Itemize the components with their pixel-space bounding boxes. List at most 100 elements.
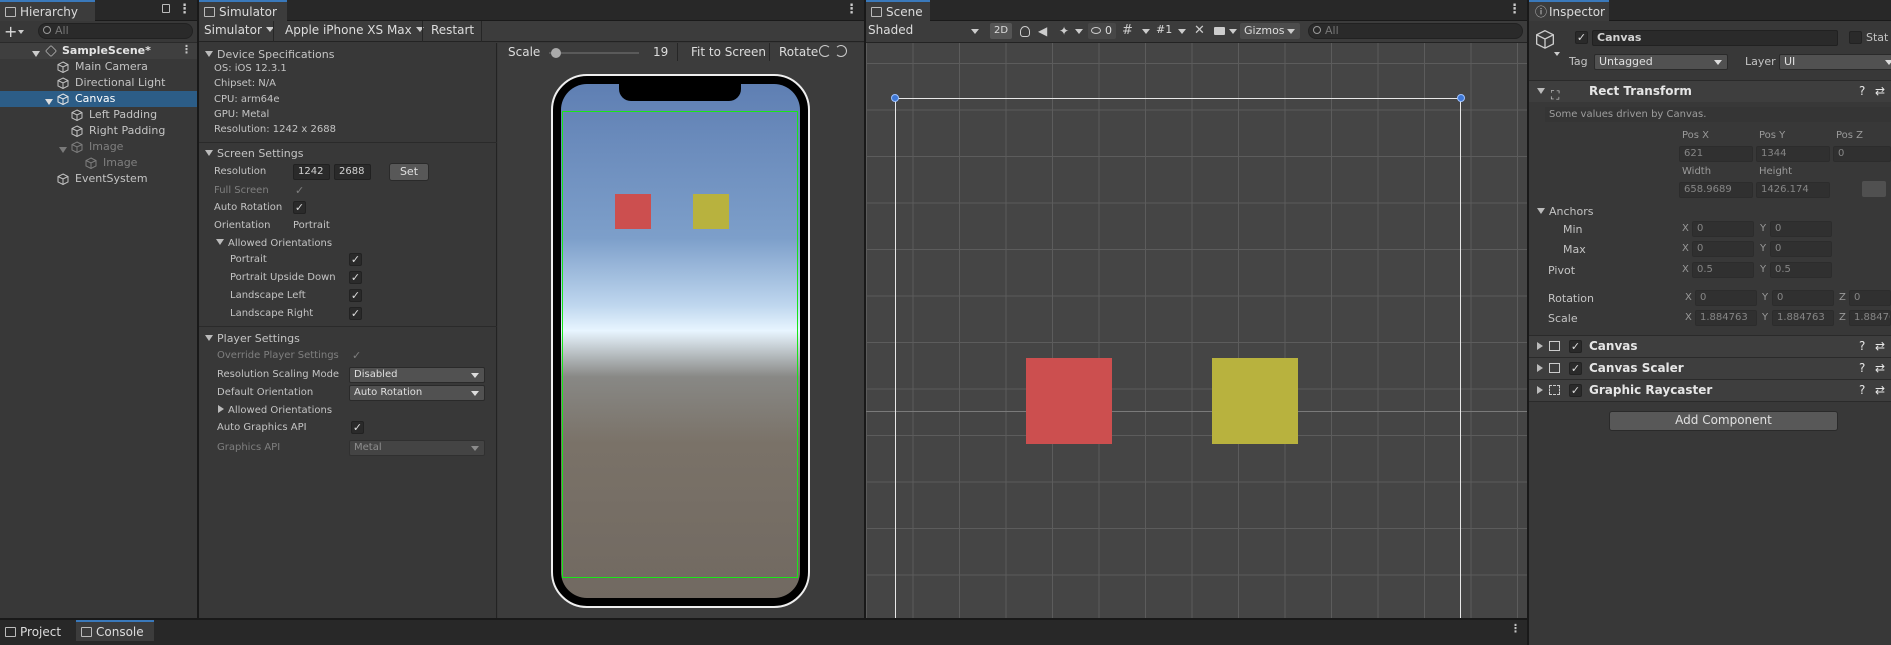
canvas-scaler-enabled-checkbox[interactable]: ✓	[1569, 362, 1582, 375]
canvas-scaler-header[interactable]: ✓ Canvas Scaler ? ⇄	[1529, 357, 1891, 379]
allowed-orientations-foldout[interactable]: Allowed Orientations	[216, 238, 332, 249]
auto-graphics-checkbox[interactable]: ✓	[351, 421, 364, 434]
more-menu-icon[interactable]: ⋮	[845, 2, 858, 17]
anchors-foldout[interactable]: Anchors	[1537, 205, 1594, 218]
rotate-right-icon[interactable]	[835, 45, 847, 57]
grid-dropdown-icon[interactable]	[1142, 29, 1150, 34]
camera-dropdown-icon[interactable]	[1229, 29, 1237, 34]
scene-red-square[interactable]	[1026, 358, 1112, 444]
spec-cpu: CPU: arm64e	[214, 94, 280, 105]
scene-menu-icon[interactable]: ⋮	[181, 43, 192, 56]
create-button[interactable]: +	[4, 22, 17, 41]
blueprint-mode-button[interactable]	[1862, 181, 1886, 197]
graphic-raycaster-header[interactable]: ✓ Graphic Raycaster ? ⇄	[1529, 379, 1891, 401]
hierarchy-item-canvas[interactable]: Canvas	[0, 91, 197, 107]
override-check-icon[interactable]: ✓	[352, 349, 361, 362]
grid-toggle-icon[interactable]: #	[1122, 23, 1133, 38]
layer-dropdown[interactable]: UI	[1779, 54, 1891, 70]
2d-mode-toggle[interactable]: 2D	[990, 23, 1012, 39]
tab-hierarchy[interactable]: Hierarchy	[0, 0, 95, 21]
create-dropdown-icon[interactable]	[18, 30, 24, 34]
effects-dropdown-icon[interactable]	[1075, 29, 1083, 34]
portrait-upside-checkbox[interactable]: ✓	[349, 271, 362, 284]
device-dropdown[interactable]: Apple iPhone XS Max	[285, 23, 424, 37]
graphic-raycaster-enabled-checkbox[interactable]: ✓	[1569, 384, 1582, 397]
portrait-checkbox[interactable]: ✓	[349, 253, 362, 266]
lighting-toggle-icon[interactable]	[1020, 26, 1030, 37]
hierarchy-search-input[interactable]: All	[38, 23, 193, 39]
default-orientation-dropdown[interactable]: Auto Rotation	[349, 385, 485, 401]
hierarchy-item-left-padding[interactable]: Left Padding	[0, 107, 197, 123]
tab-project[interactable]: Project	[0, 620, 74, 641]
tab-inspector[interactable]: ⓘ Inspector	[1529, 0, 1609, 21]
hierarchy-item-right-padding[interactable]: Right Padding	[0, 123, 197, 139]
more-menu-icon[interactable]: ⋮	[1510, 622, 1521, 635]
tag-dropdown[interactable]: Untagged	[1594, 54, 1728, 70]
static-checkbox[interactable]	[1849, 31, 1862, 44]
landscape-right-checkbox[interactable]: ✓	[349, 307, 362, 320]
height-input: 1426.174	[1756, 182, 1830, 198]
hierarchy-item-directional-light[interactable]: Directional Light	[0, 75, 197, 91]
help-icon[interactable]: ?	[1859, 380, 1865, 401]
snap-increment[interactable]: #1	[1156, 23, 1172, 36]
gizmos-dropdown[interactable]: Gizmos	[1240, 23, 1300, 39]
restart-button[interactable]: Restart	[431, 23, 474, 37]
settings-sliders-icon[interactable]: ⇄	[1875, 380, 1885, 401]
audio-toggle-icon[interactable]: ◀	[1038, 24, 1047, 38]
tab-simulator[interactable]: Simulator	[199, 0, 287, 21]
object-name-input[interactable]: Canvas	[1592, 30, 1838, 46]
player-allowed-orientations-foldout[interactable]: Allowed Orientations	[218, 405, 332, 416]
scene-visibility-toggle[interactable]: 0	[1088, 23, 1116, 39]
effects-toggle-icon[interactable]: ✦	[1059, 24, 1069, 38]
eye-hidden-icon	[1091, 27, 1101, 34]
active-checkbox[interactable]: ✓	[1575, 31, 1588, 44]
scale-slider[interactable]	[549, 48, 639, 58]
fit-to-screen-button[interactable]: Fit to Screen	[691, 45, 766, 59]
scene-search-input[interactable]: All	[1308, 23, 1523, 39]
player-settings-foldout[interactable]: Player Settings	[205, 332, 300, 345]
tab-console[interactable]: Console	[76, 620, 154, 641]
help-icon[interactable]: ?	[1859, 336, 1865, 357]
tag-label: Tag	[1569, 55, 1588, 68]
scene-yellow-square[interactable]	[1212, 358, 1298, 444]
more-menu-icon[interactable]: ⋮	[1508, 2, 1521, 17]
lock-icon[interactable]	[162, 4, 170, 13]
hierarchy-item-image-child[interactable]: Image	[0, 155, 197, 171]
full-screen-check-icon[interactable]: ✓	[295, 184, 304, 197]
resolution-width-input[interactable]: 1242	[293, 164, 330, 180]
icon-dropdown-icon[interactable]	[1554, 52, 1560, 56]
inspector-panel: ⓘ Inspector ✓ Canvas Stat Tag Untagged La…	[1529, 0, 1891, 645]
device-spec-foldout[interactable]: Device Specifications	[205, 48, 334, 61]
hierarchy-item-image[interactable]: Image	[0, 139, 197, 155]
camera-icon[interactable]	[1214, 27, 1225, 35]
canvas-enabled-checkbox[interactable]: ✓	[1569, 340, 1582, 353]
rect-handle[interactable]	[1457, 94, 1465, 102]
orientation-label: Orientation	[214, 220, 271, 231]
settings-sliders-icon[interactable]: ⇄	[1875, 336, 1885, 357]
more-menu-icon[interactable]: ⋮	[178, 2, 191, 17]
snap-dropdown-icon[interactable]	[1178, 29, 1186, 34]
rect-transform-header[interactable]: ⛶ Rect Transform ? ⇄	[1529, 80, 1891, 102]
rotate-left-icon[interactable]	[819, 45, 831, 57]
canvas-scaler-icon	[1549, 363, 1560, 373]
tools-icon[interactable]: ✕	[1194, 23, 1205, 38]
hierarchy-item-main-camera[interactable]: Main Camera	[0, 59, 197, 75]
resolution-scaling-dropdown[interactable]: Disabled	[349, 367, 485, 383]
help-icon[interactable]: ?	[1859, 81, 1865, 102]
screen-settings-foldout[interactable]: Screen Settings	[205, 147, 303, 160]
rect-handle[interactable]	[891, 94, 899, 102]
set-resolution-button[interactable]: Set	[389, 163, 429, 181]
landscape-left-checkbox[interactable]: ✓	[349, 289, 362, 302]
hierarchy-item-event-system[interactable]: EventSystem	[0, 171, 197, 187]
settings-sliders-icon[interactable]: ⇄	[1875, 81, 1885, 102]
settings-sliders-icon[interactable]: ⇄	[1875, 358, 1885, 379]
tab-scene[interactable]: Scene	[866, 0, 930, 21]
help-icon[interactable]: ?	[1859, 358, 1865, 379]
auto-rotation-checkbox[interactable]: ✓	[293, 201, 306, 214]
canvas-component-header[interactable]: ✓ Canvas ? ⇄	[1529, 335, 1891, 357]
resolution-height-input[interactable]: 2688	[334, 164, 371, 180]
add-component-button[interactable]: Add Component	[1609, 411, 1838, 431]
scene-grid[interactable]	[866, 43, 1527, 618]
simulator-mode-dropdown[interactable]: Simulator	[204, 23, 274, 37]
shading-mode-dropdown[interactable]: Shaded	[868, 23, 983, 37]
